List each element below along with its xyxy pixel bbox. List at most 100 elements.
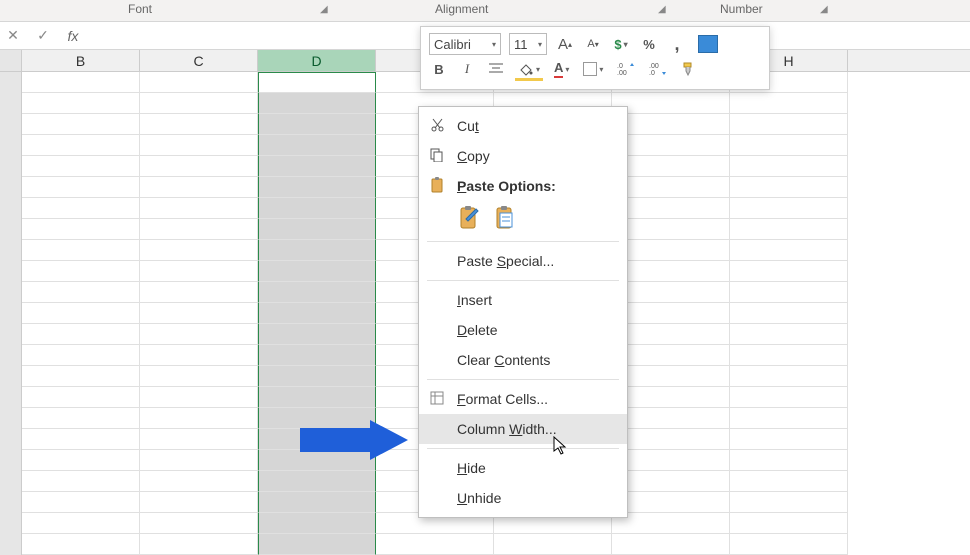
context-menu-copy[interactable]: Copy <box>419 141 627 171</box>
cell[interactable] <box>22 198 140 219</box>
row-header[interactable] <box>0 429 22 450</box>
cell[interactable] <box>258 366 376 387</box>
cell[interactable] <box>140 345 258 366</box>
cell[interactable] <box>494 534 612 555</box>
context-menu-unhide[interactable]: Unhide <box>419 483 627 513</box>
cell[interactable] <box>258 72 376 93</box>
row-header[interactable] <box>0 471 22 492</box>
cell[interactable] <box>612 471 730 492</box>
cell[interactable] <box>258 303 376 324</box>
context-menu-clear-contents[interactable]: Clear Contents <box>419 345 627 375</box>
column-header-B[interactable]: B <box>22 50 140 71</box>
row-header[interactable] <box>0 513 22 534</box>
cell[interactable] <box>612 177 730 198</box>
cell[interactable] <box>612 324 730 345</box>
cell[interactable] <box>22 450 140 471</box>
cell[interactable] <box>258 240 376 261</box>
cell[interactable] <box>258 513 376 534</box>
cell[interactable] <box>22 303 140 324</box>
cell[interactable] <box>22 492 140 513</box>
cell[interactable] <box>140 513 258 534</box>
cell[interactable] <box>612 219 730 240</box>
row-header[interactable] <box>0 303 22 324</box>
row-header[interactable] <box>0 492 22 513</box>
paste-values-icon[interactable] <box>493 204 519 234</box>
cell[interactable] <box>22 366 140 387</box>
bold-button[interactable]: B <box>429 59 449 79</box>
row-header[interactable] <box>0 198 22 219</box>
row-header[interactable] <box>0 261 22 282</box>
row-header[interactable] <box>0 240 22 261</box>
cell[interactable] <box>730 261 848 282</box>
cell[interactable] <box>22 282 140 303</box>
fx-label[interactable]: fx <box>64 28 82 44</box>
cell[interactable] <box>140 198 258 219</box>
cell[interactable] <box>22 534 140 555</box>
cell[interactable] <box>140 240 258 261</box>
cell[interactable] <box>22 471 140 492</box>
row-header[interactable] <box>0 282 22 303</box>
cell[interactable] <box>258 219 376 240</box>
font-name-select[interactable]: Calibri▾ <box>429 33 501 55</box>
cell[interactable] <box>730 471 848 492</box>
cell[interactable] <box>140 177 258 198</box>
comma-style-button[interactable]: , <box>667 34 687 54</box>
decrease-decimal-icon[interactable]: .00.0 <box>646 59 670 79</box>
cell[interactable] <box>22 324 140 345</box>
cell[interactable] <box>612 387 730 408</box>
cell[interactable] <box>730 240 848 261</box>
context-menu-column-width[interactable]: Column Width... <box>419 414 627 444</box>
row-header[interactable] <box>0 450 22 471</box>
cell[interactable] <box>140 114 258 135</box>
context-menu-cut[interactable]: Cut <box>419 111 627 141</box>
cell[interactable] <box>730 366 848 387</box>
cell[interactable] <box>612 429 730 450</box>
context-menu-hide[interactable]: Hide <box>419 453 627 483</box>
cell[interactable] <box>140 429 258 450</box>
row-header[interactable] <box>0 219 22 240</box>
cell[interactable] <box>730 282 848 303</box>
cell[interactable] <box>258 135 376 156</box>
font-color-button[interactable]: A▾ <box>551 59 572 79</box>
context-menu-paste-special[interactable]: Paste Special... <box>419 246 627 276</box>
row-header[interactable] <box>0 534 22 555</box>
cell[interactable] <box>22 429 140 450</box>
row-header[interactable] <box>0 93 22 114</box>
cell[interactable] <box>140 387 258 408</box>
cell[interactable] <box>612 366 730 387</box>
row-header[interactable] <box>0 324 22 345</box>
cell[interactable] <box>22 387 140 408</box>
cell[interactable] <box>140 93 258 114</box>
row-header[interactable] <box>0 72 22 93</box>
cell[interactable] <box>730 345 848 366</box>
ribbon-launcher-number[interactable]: ◢ <box>820 4 828 15</box>
cell[interactable] <box>140 135 258 156</box>
context-menu-format-cells[interactable]: Format Cells... <box>419 384 627 414</box>
borders-button[interactable]: ▾ <box>580 59 606 79</box>
cell[interactable] <box>730 156 848 177</box>
format-painter-icon[interactable] <box>678 59 700 79</box>
cell[interactable] <box>376 534 494 555</box>
cell[interactable] <box>22 513 140 534</box>
cell[interactable] <box>258 93 376 114</box>
cell[interactable] <box>22 219 140 240</box>
cell[interactable] <box>140 534 258 555</box>
cell[interactable] <box>22 261 140 282</box>
cell[interactable] <box>730 492 848 513</box>
cell[interactable] <box>730 177 848 198</box>
decrease-font-icon[interactable]: A▾ <box>583 34 603 54</box>
cell[interactable] <box>140 408 258 429</box>
italic-button[interactable]: I <box>457 59 477 79</box>
cell[interactable] <box>612 450 730 471</box>
cell[interactable] <box>612 282 730 303</box>
cell[interactable] <box>612 408 730 429</box>
cell[interactable] <box>140 72 258 93</box>
cell[interactable] <box>730 324 848 345</box>
select-all-corner[interactable] <box>0 50 22 71</box>
cell[interactable] <box>258 156 376 177</box>
cell[interactable] <box>140 261 258 282</box>
cell[interactable] <box>258 282 376 303</box>
row-header[interactable] <box>0 408 22 429</box>
cell[interactable] <box>22 345 140 366</box>
row-header[interactable] <box>0 345 22 366</box>
